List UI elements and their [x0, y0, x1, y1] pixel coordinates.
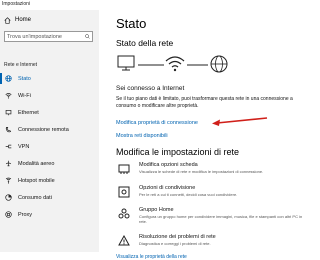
- sidebar-item-stato[interactable]: Stato: [0, 70, 99, 87]
- proxy-icon: [5, 211, 12, 218]
- hotspot-icon: [5, 177, 12, 184]
- dialup-icon: [5, 126, 12, 133]
- option-title: Gruppo Home: [139, 207, 174, 213]
- wifi-icon: [5, 92, 12, 99]
- title-bar: Impostazioni: [0, 0, 320, 10]
- airplane-icon: [5, 160, 12, 167]
- sidebar-item-modalita-aereo[interactable]: Modalità aereo: [0, 155, 99, 172]
- option-title: Risoluzione dei problemi di rete: [139, 234, 216, 240]
- sidebar-item-ethernet[interactable]: Ethernet: [0, 104, 99, 121]
- section-subtitle: Stato della rete: [116, 38, 174, 48]
- sidebar-item-vpn[interactable]: VPN: [0, 138, 99, 155]
- network-status-diagram: [117, 55, 228, 73]
- change-settings-heading: Modifica le impostazioni di rete: [116, 147, 240, 157]
- globe-icon: [210, 55, 228, 73]
- computer-icon: [117, 55, 135, 71]
- option-description: Per le reti a cui ti connetti, decidi co…: [139, 192, 238, 197]
- option-title: Modifica opzioni scheda: [139, 162, 198, 168]
- change-connection-properties-link[interactable]: Modifica proprietà di connessione: [116, 120, 198, 126]
- sidebar-item-connessione-remota[interactable]: Connessione remota: [0, 121, 99, 138]
- home-icon: [4, 16, 11, 24]
- search-input[interactable]: Trova un'impostazione: [4, 31, 93, 42]
- red-arrow-annotation: [212, 117, 268, 126]
- section-title: Rete e Internet: [4, 62, 38, 68]
- home-link[interactable]: Home: [4, 15, 31, 25]
- globe-icon: [5, 75, 12, 82]
- option-description: Visualizza le schede di rete e modifica …: [139, 169, 264, 174]
- option-title: Opzioni di condivisione: [139, 185, 196, 191]
- option-sharing[interactable]: Opzioni di condivisione Per le reti a cu…: [116, 185, 306, 209]
- adapter-icon: [118, 164, 130, 174]
- window-title: Impostazioni: [2, 1, 31, 7]
- sidebar-item-label: Stato: [18, 75, 31, 82]
- vpn-icon: [5, 143, 12, 150]
- option-adapter[interactable]: Modifica opzioni scheda Visualizza le sc…: [116, 162, 306, 186]
- main-content: Stato Stato della rete Sei connesso a In…: [99, 10, 320, 260]
- sharing-icon: [118, 186, 130, 198]
- sidebar-item-label: Wi-Fi: [18, 92, 31, 99]
- sidebar-item-hotspot-mobile[interactable]: Hotspot mobile: [0, 172, 99, 189]
- view-network-properties-link[interactable]: Visualizza le proprietà della rete: [116, 254, 187, 260]
- sidebar-item-label: Proxy: [18, 211, 33, 218]
- wifi-icon: [165, 56, 185, 72]
- sidebar-item-label: Ethernet: [18, 109, 39, 116]
- sidebar-item-consumo-dati[interactable]: Consumo dati: [0, 189, 99, 206]
- troubleshoot-icon: [118, 235, 130, 246]
- show-available-networks-link[interactable]: Mostra reti disponibili: [116, 133, 168, 139]
- search-placeholder: Trova un'impostazione: [7, 34, 62, 40]
- page-title: Stato: [116, 16, 147, 31]
- connection-status-heading: Sei connesso a Internet: [116, 85, 185, 92]
- homegroup-icon: [118, 208, 130, 219]
- option-description: Configura un gruppo home per condividere…: [139, 214, 303, 224]
- connection-status-description: Se il tuo piano dati è limitato, puoi tr…: [116, 96, 293, 109]
- sidebar-item-label: Connessione remota: [18, 126, 69, 133]
- sidebar-item-label: Consumo dati: [18, 194, 52, 201]
- sidebar-item-proxy[interactable]: Proxy: [0, 206, 99, 223]
- sidebar-item-label: VPN: [18, 143, 30, 150]
- option-description: Diagnostica e correggi i problemi di ret…: [139, 241, 211, 246]
- search-icon[interactable]: [85, 34, 90, 39]
- data-usage-icon: [5, 194, 12, 201]
- sidebar-nav: Stato Wi-Fi Ethernet Connessione remota …: [0, 70, 99, 223]
- ethernet-icon: [5, 109, 12, 116]
- sidebar-item-label: Hotspot mobile: [18, 177, 55, 184]
- sidebar-item-label: Modalità aereo: [18, 160, 55, 167]
- home-label: Home: [15, 17, 32, 23]
- sidebar: Home Trova un'impostazione Rete e Intern…: [0, 10, 99, 252]
- sidebar-item-wifi[interactable]: Wi-Fi: [0, 87, 99, 104]
- option-homegroup[interactable]: Gruppo Home Configura un gruppo home per…: [116, 207, 306, 231]
